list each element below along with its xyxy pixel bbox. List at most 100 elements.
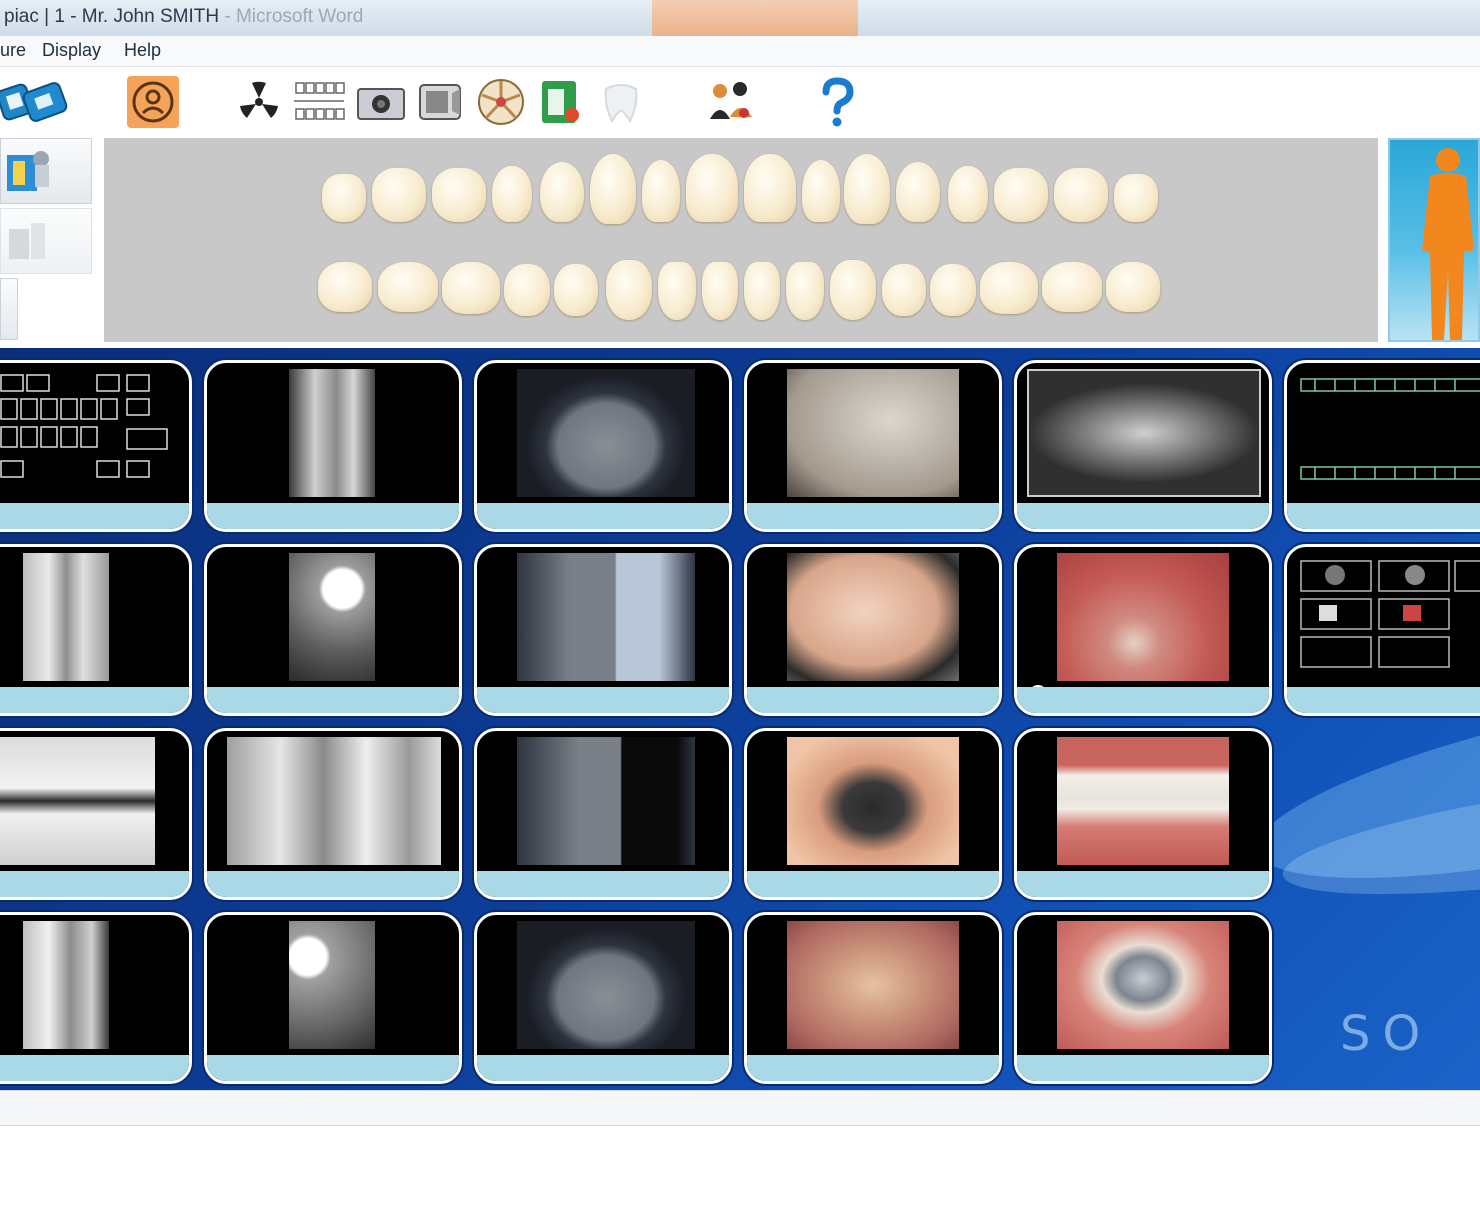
menu-capture[interactable]: ure	[0, 40, 26, 61]
thumbnail-occlusal-plate-3[interactable]	[474, 728, 732, 900]
thumbnail-caption	[477, 687, 729, 713]
thumbnail-intraoral-prep[interactable]	[744, 912, 1002, 1084]
thumbnail-intraoral-cavity[interactable]	[744, 728, 1002, 900]
tooth-upper-23[interactable]	[844, 154, 890, 224]
dental-chair-button[interactable]	[126, 75, 180, 129]
tooth-upper-26[interactable]	[994, 168, 1048, 222]
thumbnail-occlusal-plate[interactable]	[474, 360, 732, 532]
thumbnail-bitewing-xray[interactable]	[0, 544, 192, 716]
dental-chart-button[interactable]	[292, 75, 346, 129]
thumbnail-bitewing-2[interactable]	[204, 728, 462, 900]
intraoral-photo-image	[787, 369, 959, 497]
thumbnail-caption	[747, 687, 999, 713]
tooth-upper-22[interactable]	[802, 160, 840, 222]
color-wheel-button[interactable]	[474, 75, 528, 129]
tooth-lower-46[interactable]	[442, 262, 500, 314]
thumbnail-fmx-template[interactable]	[0, 360, 192, 532]
tooth-lower-38[interactable]	[1106, 262, 1160, 312]
occlusal-plate-4-image	[517, 921, 695, 1049]
tooth-upper-14[interactable]	[540, 162, 584, 222]
tooth-lower-41[interactable]	[702, 262, 738, 320]
collapsed-panel-button[interactable]	[0, 278, 18, 340]
thumbnail-intraoral-smile[interactable]	[1014, 728, 1272, 900]
fmx-template-2-image	[1300, 378, 1480, 480]
tooth-lower-45[interactable]	[504, 264, 550, 316]
tooth-lower-35[interactable]	[930, 264, 976, 316]
tooth-button[interactable]	[594, 75, 648, 129]
tooth-upper-15[interactable]	[492, 166, 532, 222]
thumbnail-panoramic-xray[interactable]	[1014, 360, 1272, 532]
tooth-upper-24[interactable]	[896, 162, 940, 222]
tooth-upper-21[interactable]	[744, 154, 796, 222]
tooth-upper-17[interactable]	[372, 168, 426, 222]
help-icon	[822, 77, 854, 127]
intraoral-camera-button[interactable]	[534, 75, 588, 129]
tooth-upper-11[interactable]	[686, 154, 738, 222]
thumbnail-caption	[0, 503, 189, 529]
thumbnail-intraoral-amalgam[interactable]	[1014, 912, 1272, 1084]
tooth-lower-43[interactable]	[606, 260, 652, 320]
tooth-lower-48[interactable]	[318, 262, 372, 312]
left-tool-panel	[0, 136, 100, 346]
patient-avatar-panel[interactable]	[1388, 138, 1480, 342]
tooth-lower-31[interactable]	[744, 262, 780, 320]
menu-display[interactable]: Display	[42, 40, 101, 61]
toolbar	[0, 67, 1480, 135]
tooth-lower-44[interactable]	[554, 264, 598, 316]
tooth-upper-27[interactable]	[1054, 168, 1108, 222]
intraoral-camera-icon	[542, 81, 579, 123]
thumbnail-occlusal-plate-2[interactable]	[474, 544, 732, 716]
thumbnail-intraoral-photo[interactable]	[744, 360, 1002, 532]
fmx-template-image	[0, 374, 168, 478]
thumbnail-periapical-xray-2[interactable]	[0, 912, 192, 1084]
tooth-lower-37[interactable]	[1042, 262, 1102, 312]
thumbnail-fmx-template-3[interactable]	[1284, 544, 1480, 716]
thumbnail-caption	[1017, 503, 1269, 529]
thumbnail-periapical-xray[interactable]	[204, 360, 462, 532]
periapical-xray-2-image	[23, 921, 109, 1049]
thumbnail-fmx-template-2[interactable]	[1284, 360, 1480, 532]
thumbnail-caption	[207, 687, 459, 713]
tooth-lower-47[interactable]	[378, 262, 438, 312]
thumbnail-caption	[477, 503, 729, 529]
thumbnail-periapical-xray-3[interactable]	[204, 912, 462, 1084]
thumbnail-caption	[747, 871, 999, 897]
intraoral-cavity-image	[787, 737, 959, 865]
thumbnail-occlusal-plate-4[interactable]	[474, 912, 732, 1084]
tooth-upper-13[interactable]	[590, 154, 636, 224]
tooth-upper-12[interactable]	[642, 160, 680, 222]
tooth-lower-34[interactable]	[882, 264, 926, 316]
title-bar: piac | 1 - Mr. John SMITH - Microsoft Wo…	[0, 0, 1480, 37]
acquisition-button[interactable]	[0, 138, 92, 204]
export-button[interactable]	[0, 208, 92, 274]
bitewing-2-image	[227, 737, 441, 865]
radiation-button[interactable]	[232, 75, 286, 129]
tooth-upper-25[interactable]	[948, 166, 988, 222]
tooth-lower-42[interactable]	[658, 262, 696, 320]
tooth-upper-18[interactable]	[322, 174, 366, 222]
tooth-lower-32[interactable]	[786, 262, 824, 320]
dental-chart-icon	[294, 82, 345, 120]
occlusal-plate-2-image	[517, 553, 695, 681]
thumbnail-caption	[1287, 503, 1480, 529]
scanner-button[interactable]	[414, 75, 468, 129]
fmx-template-3-image	[1300, 560, 1480, 668]
status-bar	[0, 1090, 1480, 1126]
patient-silhouette-icon	[1422, 148, 1474, 340]
help-button[interactable]	[810, 75, 864, 129]
tooth-upper-28[interactable]	[1114, 174, 1158, 222]
tooth-upper-16[interactable]	[432, 168, 486, 222]
tooth-lower-36[interactable]	[980, 262, 1038, 314]
patient-card-button[interactable]	[20, 75, 74, 129]
intraoral-amalgam-image	[1057, 921, 1229, 1049]
thumbnail-periapical-crown[interactable]	[204, 544, 462, 716]
thumbnail-intraoral-gums[interactable]	[1014, 544, 1272, 716]
people-button[interactable]	[704, 75, 758, 129]
tooth-lower-33[interactable]	[830, 260, 876, 320]
thumbnail-caption	[747, 1055, 999, 1081]
thumbnail-caption	[207, 503, 459, 529]
thumbnail-intraoral-caries[interactable]	[744, 544, 1002, 716]
thumbnail-bitewing-wide[interactable]	[0, 728, 192, 900]
camera-button[interactable]	[354, 75, 408, 129]
menu-help[interactable]: Help	[124, 40, 161, 61]
